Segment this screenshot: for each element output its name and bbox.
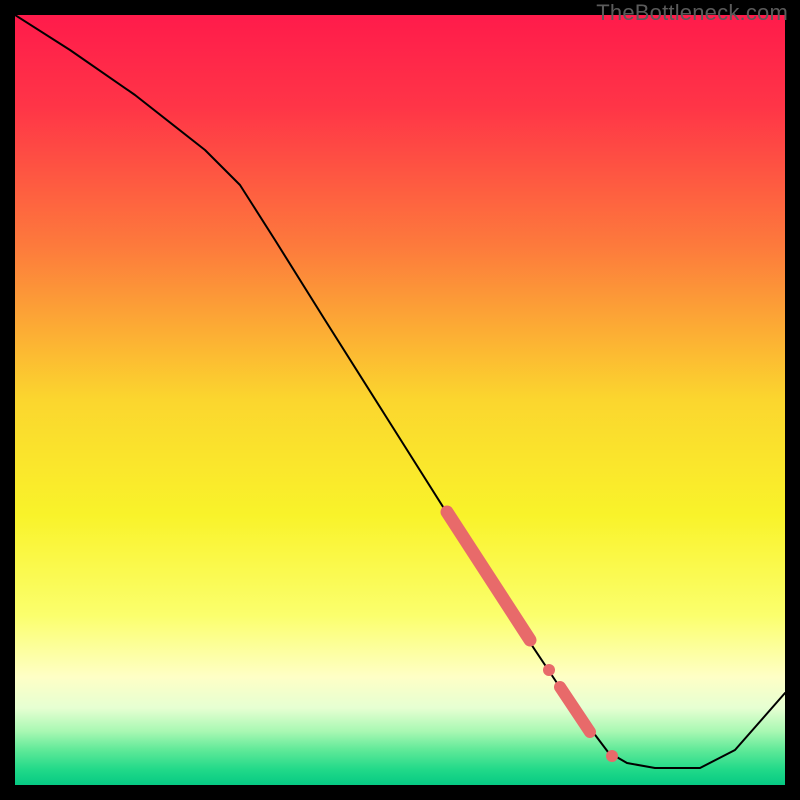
chart-background xyxy=(15,15,785,785)
plot-area xyxy=(15,15,785,785)
highlight-dot-2 xyxy=(606,750,618,762)
watermark-text: TheBottleneck.com xyxy=(596,0,788,26)
highlight-dot-1 xyxy=(543,664,555,676)
chart-svg xyxy=(15,15,785,785)
chart-container: TheBottleneck.com xyxy=(0,0,800,800)
